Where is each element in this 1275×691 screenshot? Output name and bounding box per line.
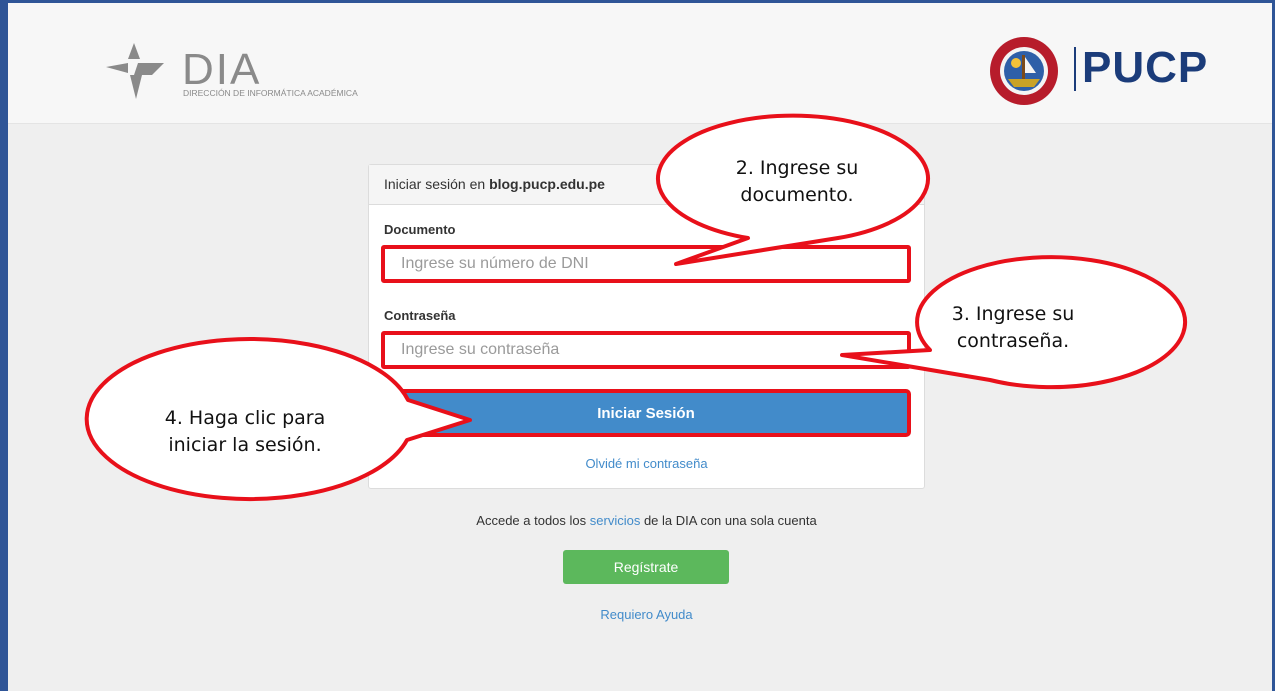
document-label: Documento — [384, 222, 456, 237]
document-input[interactable] — [381, 245, 911, 283]
forgot-password-link[interactable]: Olvidé mi contraseña — [369, 456, 924, 471]
register-button[interactable]: Regístrate — [563, 550, 729, 584]
callout-step2-text: 2. Ingrese su documento. — [712, 155, 882, 209]
services-text-before: Accede a todos los — [476, 513, 590, 528]
pucp-seal-icon — [990, 37, 1058, 105]
pucp-logo[interactable]: PUCP — [986, 33, 1216, 113]
callout-step2-line2: documento. — [740, 184, 854, 206]
help-link[interactable]: Requiero Ayuda — [368, 607, 925, 622]
callout-step4-line1: 4. Haga clic para — [164, 407, 326, 429]
callout-step3-line1: 3. Ingrese su — [951, 303, 1075, 325]
callout-step3-text: 3. Ingrese su contraseña. — [928, 301, 1098, 355]
callout-step4-text: 4. Haga clic para iniciar la sesión. — [150, 405, 340, 459]
callout-step4-line2: iniciar la sesión. — [168, 434, 322, 456]
pucp-logo-text: PUCP — [1082, 43, 1209, 92]
login-card: Iniciar sesión en blog.pucp.edu.pe Docum… — [368, 164, 925, 489]
password-label: Contraseña — [384, 308, 456, 323]
login-title-prefix: Iniciar sesión en — [384, 176, 490, 192]
callout-step3-line2: contraseña. — [956, 330, 1070, 352]
login-button[interactable]: Iniciar Sesión — [381, 389, 911, 437]
page-header: DIA DIRECCIÓN DE INFORMÁTICA ACADÉMICA P… — [8, 3, 1272, 124]
dia-emblem-icon — [106, 43, 164, 99]
services-text-after: de la DIA con una sola cuenta — [640, 513, 817, 528]
dia-subtitle: DIRECCIÓN DE INFORMÁTICA ACADÉMICA — [183, 88, 358, 98]
login-title-site: blog.pucp.edu.pe — [489, 176, 605, 192]
password-input[interactable] — [381, 331, 911, 369]
services-link[interactable]: servicios — [590, 513, 641, 528]
pucp-separator — [1074, 47, 1076, 91]
services-text: Accede a todos los servicios de la DIA c… — [368, 513, 925, 528]
callout-step2-line1: 2. Ingrese su — [735, 157, 859, 179]
dia-logo[interactable]: DIA DIRECCIÓN DE INFORMÁTICA ACADÉMICA — [104, 41, 404, 105]
